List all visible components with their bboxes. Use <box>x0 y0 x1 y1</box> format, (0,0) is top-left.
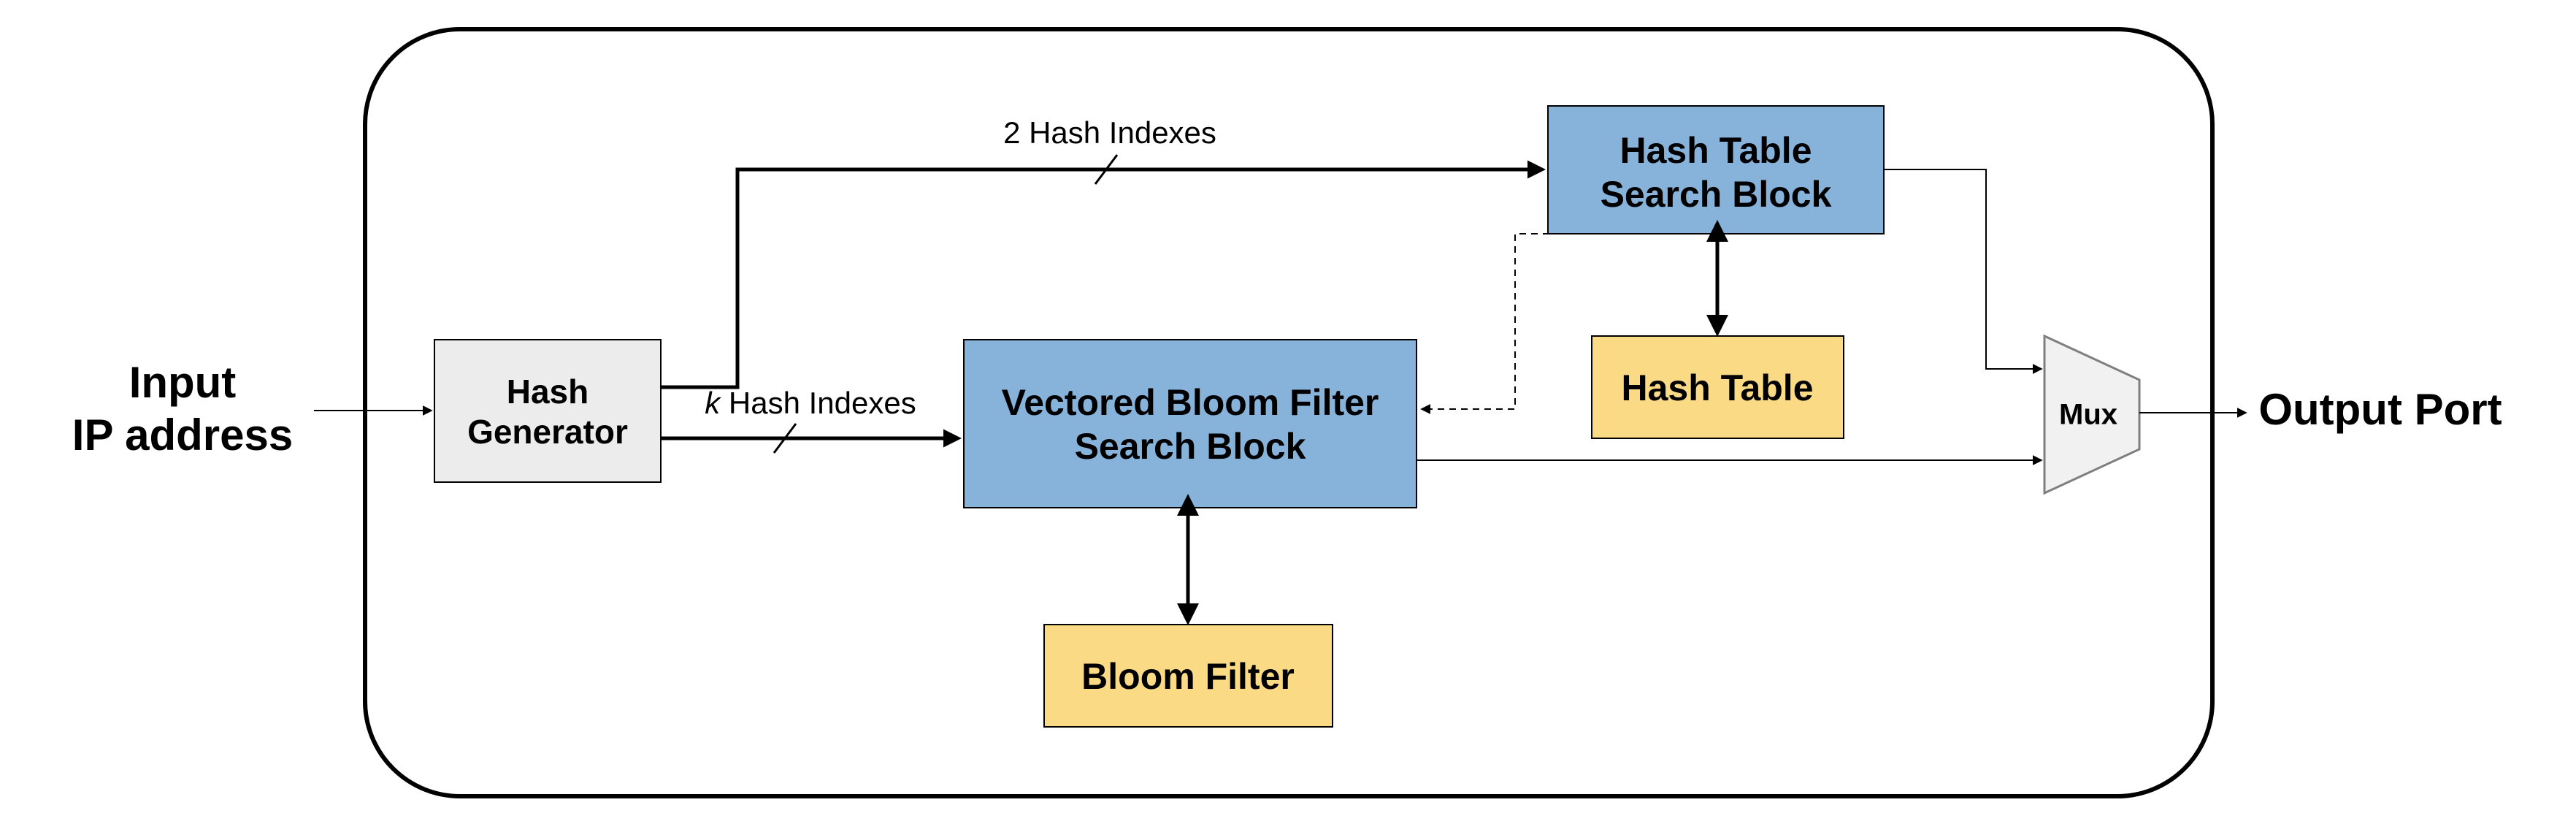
mux-block: Mux <box>2044 336 2139 493</box>
edge-mid-k: k <box>705 386 721 420</box>
vectored-bloom-filter-search-block: Vectored Bloom Filter Search Block <box>964 340 1417 508</box>
input-label-line2: IP address <box>72 411 293 459</box>
hash-generator-label-2: Generator <box>467 413 628 451</box>
edge-mid-label: k Hash Indexes <box>705 386 916 420</box>
htsb-label-2: Search Block <box>1601 174 1832 215</box>
vbf-label-1: Vectored Bloom Filter <box>1002 382 1379 423</box>
bloom-filter-block: Bloom Filter <box>1044 625 1333 727</box>
hash-table-label: Hash Table <box>1621 367 1813 408</box>
hash-table-block: Hash Table <box>1592 336 1844 438</box>
bloom-filter-label: Bloom Filter <box>1081 656 1295 697</box>
output-label: Output Port <box>2258 385 2502 434</box>
diagram-canvas: Input IP address Output Port Hash Genera… <box>0 0 2576 824</box>
hash-generator-label-1: Hash <box>507 373 589 411</box>
input-label-line1: Input <box>129 358 237 407</box>
vbf-label-2: Search Block <box>1075 426 1306 467</box>
edge-htsb-to-vbf-dashed <box>1422 234 1584 409</box>
hash-table-search-block: Hash Table Search Block <box>1548 106 1884 234</box>
edge-htsb-to-mux <box>1884 169 2041 369</box>
htsb-label-1: Hash Table <box>1619 130 1812 171</box>
edge-top-label: 2 Hash Indexes <box>1003 115 1216 150</box>
mux-label: Mux <box>2059 399 2117 431</box>
hash-generator-block: Hash Generator <box>434 340 661 482</box>
edge-mid-rest: Hash Indexes <box>720 386 916 420</box>
